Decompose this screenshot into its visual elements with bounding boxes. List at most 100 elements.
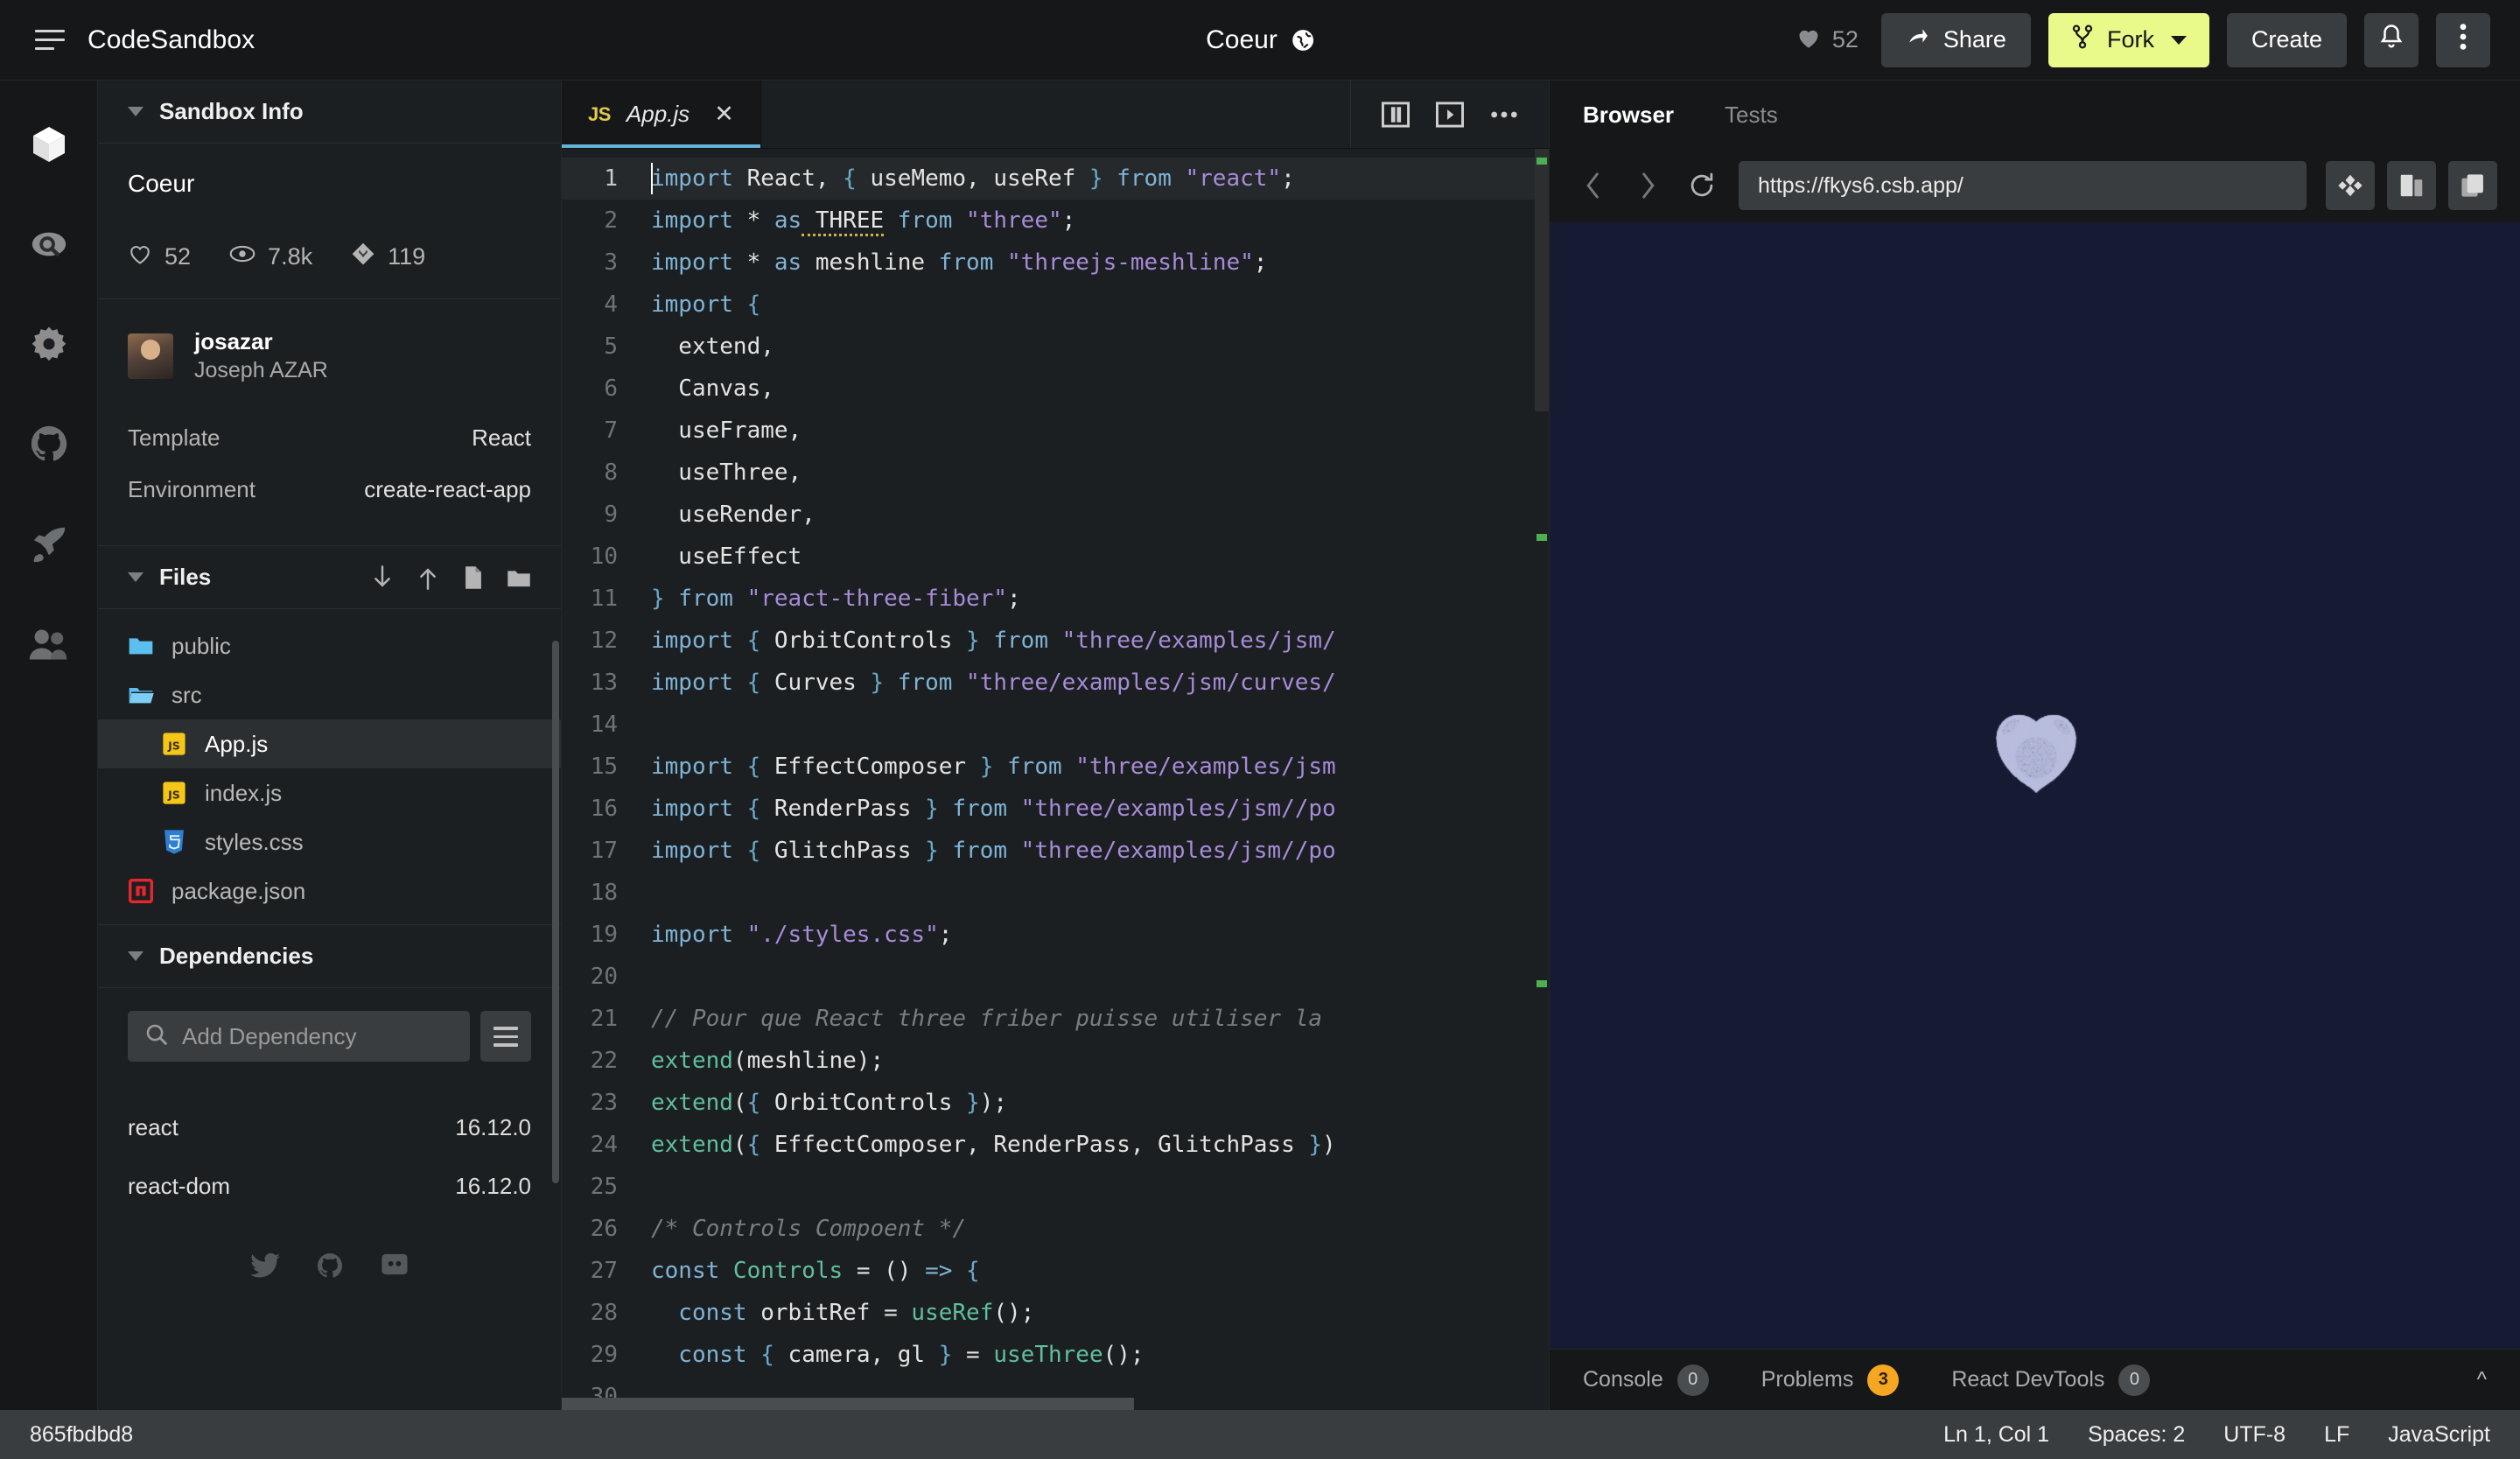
code-line[interactable]: 8 useThree, [562,452,1535,494]
more-options-button[interactable] [2436,13,2490,67]
twitter-icon[interactable] [250,1251,280,1280]
editor-minimap[interactable] [1535,149,1549,1410]
code-line[interactable]: 22 extend(meshline); [562,1040,1535,1082]
code-line[interactable]: 24 extend({ EffectComposer, RenderPass, G… [562,1124,1535,1166]
tab-app-js[interactable]: JS App.js ✕ [562,81,761,148]
code-line[interactable]: 15 import { EffectComposer } from "three/… [562,746,1535,788]
code-line[interactable]: 28 const orbitRef = useRef(); [562,1292,1535,1334]
preview-pane-icon[interactable] [1435,100,1465,130]
fork-button[interactable]: Fork [2048,13,2209,67]
file-row-public[interactable]: public [98,621,561,670]
code-lines[interactable]: 1 import React, { useMemo, useRef } from … [562,149,1535,1410]
tab-tests[interactable]: Tests [1725,102,1778,129]
rail-item-settings[interactable] [24,319,74,368]
file-row-package-json[interactable]: package.json [98,866,561,915]
upload-icon[interactable] [416,565,440,590]
add-dependency-input[interactable] [182,1023,452,1050]
status-encoding[interactable]: UTF-8 [2223,1422,2286,1448]
discord-icon[interactable] [380,1251,410,1280]
download-icon[interactable] [370,565,395,590]
more-horizontal-icon[interactable] [1489,100,1519,130]
dependencies-panel-header[interactable]: Dependencies [98,925,561,988]
hamburger-icon[interactable] [35,29,65,52]
code-line[interactable]: 21 // Pour que React three friber puisse … [562,998,1535,1040]
file-row-app-js[interactable]: JS App.js [98,719,561,768]
dependency-row-react[interactable]: react 16.12.0 [128,1098,531,1157]
code-line[interactable]: 13 import { Curves } from "three/examples… [562,662,1535,704]
status-cursor-position[interactable]: Ln 1, Col 1 [1943,1422,2049,1448]
open-new-window-icon[interactable] [2448,161,2497,210]
new-file-icon[interactable] [461,565,486,590]
tab-react-devtools[interactable]: React DevTools 0 [1951,1364,2150,1396]
code-line[interactable]: 18 [562,872,1535,914]
create-button[interactable]: Create [2227,13,2347,67]
new-folder-icon[interactable] [507,565,531,590]
rail-item-live-collaborators[interactable] [24,619,74,668]
code-line[interactable]: 20 [562,956,1535,998]
rail-item-sandbox-explorer[interactable] [24,120,74,169]
notifications-button[interactable] [2364,13,2418,67]
chevron-right-icon[interactable] [1630,168,1665,203]
add-dependency-field[interactable] [128,1011,470,1062]
page-title[interactable]: Coeur [1206,25,1278,55]
editor-horizontal-scrollbar[interactable] [562,1398,1134,1410]
reload-icon[interactable] [1684,168,1719,203]
react-devtools-icon[interactable] [2326,161,2375,210]
sandbox-info-panel-header[interactable]: Sandbox Info [98,81,561,144]
status-indentation[interactable]: Spaces: 2 [2088,1422,2185,1448]
close-icon[interactable]: ✕ [714,101,734,128]
preview-viewport[interactable] [1550,222,2520,1349]
file-row-src[interactable]: src [98,670,561,719]
code-token: ; [939,922,953,948]
like-counter[interactable]: 52 [1796,26,1858,53]
code-line[interactable]: 23 extend({ OrbitControls }); [562,1082,1535,1124]
code-line[interactable]: 25 [562,1166,1535,1208]
code-token: } [952,628,979,654]
code-line[interactable]: 9 useRender, [562,494,1535,536]
code-line[interactable]: 10 useEffect [562,536,1535,578]
file-row-styles-css[interactable]: styles.css [98,817,561,866]
share-button[interactable]: Share [1881,13,2031,67]
status-language[interactable]: JavaScript [2388,1422,2490,1448]
github-icon[interactable] [315,1251,345,1280]
dependency-row-react-dom[interactable]: react-dom 16.12.0 [128,1157,531,1216]
url-field[interactable] [1739,161,2306,210]
code-line[interactable]: 27 const Controls = () => { [562,1250,1535,1292]
code-line[interactable]: 12 import { OrbitControls } from "three/e… [562,620,1535,662]
sidebar-scrollbar[interactable] [552,641,559,1183]
brand-label[interactable]: CodeSandbox [88,25,255,55]
code-line[interactable]: 1 import React, { useMemo, useRef } from … [562,158,1535,200]
code-line[interactable]: 3 import * as meshline from "threejs-mesh… [562,242,1535,284]
author-row[interactable]: josazar Joseph AZAR [98,299,561,407]
minimap-slider[interactable] [1535,149,1549,411]
code-line[interactable]: 19 import "./styles.css"; [562,914,1535,956]
responsive-mode-icon[interactable] [2387,161,2436,210]
chevron-left-icon[interactable] [1576,168,1611,203]
code-line[interactable]: 5 extend, [562,326,1535,368]
code-line[interactable]: 6 Canvas, [562,368,1535,410]
code-line[interactable]: 2 import * as THREE from "three"; [562,200,1535,242]
code-line[interactable]: 16 import { RenderPass } from "three/exam… [562,788,1535,830]
code-line[interactable]: 17 import { GlitchPass } from "three/exam… [562,830,1535,872]
files-panel-header[interactable]: Files [98,546,561,609]
code-editor[interactable]: 1 import React, { useMemo, useRef } from … [562,149,1549,1410]
code-line[interactable]: 14 [562,704,1535,746]
tab-problems[interactable]: Problems 3 [1761,1364,1900,1396]
code-line[interactable]: 26 /* Controls Compoent */ [562,1208,1535,1250]
code-line[interactable]: 4 import { [562,284,1535,326]
code-line[interactable]: 29 const { camera, gl } = useThree(); [562,1334,1535,1376]
rail-item-github[interactable] [24,419,74,468]
code-line[interactable]: 11} from "react-three-fiber"; [562,578,1535,620]
code-line[interactable]: 7 useFrame, [562,410,1535,452]
split-editor-icon[interactable] [1381,100,1410,130]
rail-item-deploy[interactable] [24,519,74,568]
rail-item-search[interactable] [24,220,74,269]
chevron-up-icon[interactable]: ^ [2477,1368,2487,1392]
file-row-index-js[interactable]: JS index.js [98,768,561,817]
tab-console[interactable]: Console 0 [1583,1364,1709,1396]
url-input[interactable] [1758,173,2287,199]
status-eol[interactable]: LF [2324,1422,2349,1448]
dependency-menu-button[interactable] [480,1011,531,1062]
code-token: } [1089,165,1103,192]
tab-browser[interactable]: Browser [1583,102,1674,129]
